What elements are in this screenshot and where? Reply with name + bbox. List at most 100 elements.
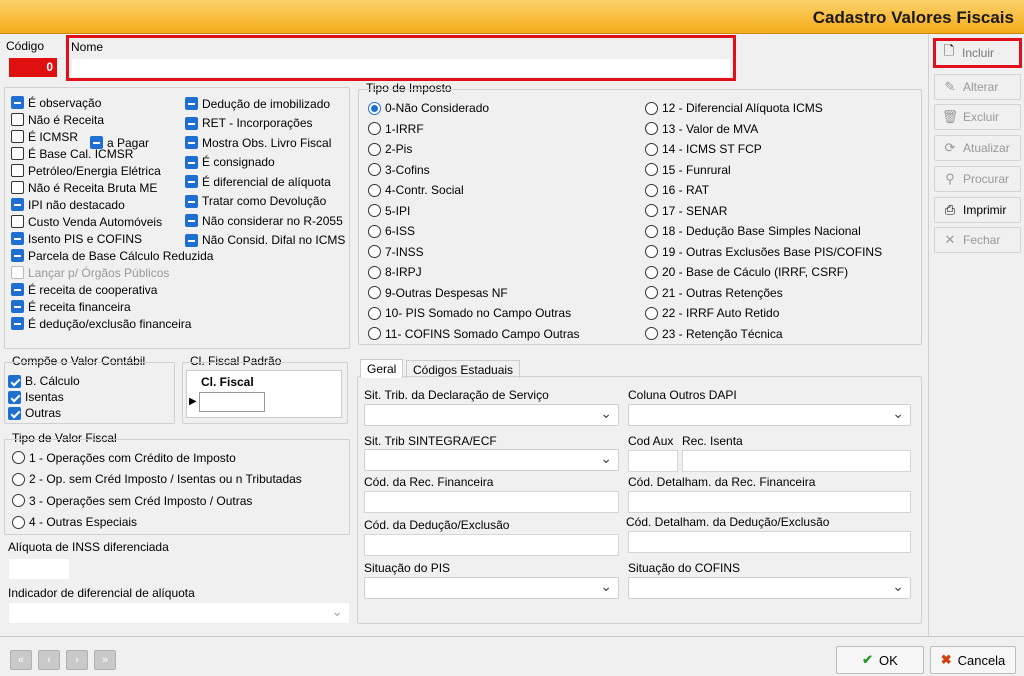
radio-circle[interactable] <box>368 101 381 115</box>
checkbox-item[interactable]: Tratar como Devolução <box>185 192 345 212</box>
radio-option[interactable]: 1-IRRF <box>368 119 580 140</box>
checkbox-box[interactable] <box>11 96 24 109</box>
radio-circle[interactable] <box>645 224 658 238</box>
radio-circle[interactable] <box>368 224 381 238</box>
checkbox-box[interactable] <box>11 113 24 126</box>
checkbox-item[interactable]: RET - Incorporações <box>185 114 345 134</box>
radio-circle[interactable] <box>368 265 381 279</box>
radio-option[interactable]: 2 - Op. sem Créd Imposto / Isentas ou n … <box>12 469 302 491</box>
checkbox-box[interactable] <box>185 175 198 189</box>
checkbox-box[interactable] <box>8 374 21 388</box>
radio-circle[interactable] <box>12 494 25 508</box>
cod-rec-fin-input[interactable] <box>364 491 619 513</box>
radio-circle[interactable] <box>368 163 381 177</box>
checkbox-box[interactable] <box>90 136 103 149</box>
radio-option[interactable]: 23 - Retenção Técnica <box>645 324 882 345</box>
radio-option[interactable]: 4 - Outras Especiais <box>12 512 302 534</box>
radio-option[interactable]: 11- COFINS Somado Campo Outras <box>368 324 580 345</box>
checkbox-item[interactable]: IPI não destacado <box>11 196 213 213</box>
checkbox-item[interactable]: Não é Receita Bruta ME <box>11 179 213 196</box>
checkbox-item[interactable]: B. Cálculo <box>8 373 80 389</box>
last-record-icon[interactable]: » <box>94 650 116 670</box>
previous-record-icon[interactable]: ‹ <box>38 650 60 670</box>
radio-circle[interactable] <box>645 122 658 136</box>
radio-circle[interactable] <box>368 122 381 136</box>
radio-circle[interactable] <box>645 327 658 341</box>
radio-circle[interactable] <box>12 451 25 465</box>
radio-option[interactable]: 14 - ICMS ST FCP <box>645 139 882 160</box>
radio-circle[interactable] <box>368 306 381 320</box>
radio-option[interactable]: 9-Outras Despesas NF <box>368 283 580 304</box>
sit-pis-select[interactable] <box>364 577 619 599</box>
checkbox-box[interactable] <box>11 317 24 330</box>
procurar-button[interactable]: ⚲ Procurar <box>934 166 1021 192</box>
checkbox-box[interactable] <box>185 233 198 247</box>
radio-circle[interactable] <box>645 306 658 320</box>
radio-circle[interactable] <box>368 183 381 197</box>
checkbox-item[interactable]: Não é Receita <box>11 111 213 128</box>
radio-circle[interactable] <box>645 204 658 218</box>
radio-circle[interactable] <box>645 101 658 115</box>
checkbox-box[interactable] <box>11 232 24 245</box>
radio-option[interactable]: 12 - Diferencial Alíquota ICMS <box>645 98 882 119</box>
rec-isenta-input[interactable] <box>682 450 911 472</box>
checkbox-box[interactable] <box>11 266 24 279</box>
radio-option[interactable]: 2-Pis <box>368 139 580 160</box>
sit-cofins-select[interactable] <box>628 577 911 599</box>
sit-trib-servico-select[interactable] <box>364 404 619 426</box>
checkbox-item[interactable]: É dedução/exclusão financeira <box>11 315 213 332</box>
next-record-icon[interactable]: › <box>66 650 88 670</box>
checkbox-box[interactable] <box>11 283 24 296</box>
checkbox-box[interactable] <box>11 181 24 194</box>
radio-option[interactable]: 17 - SENAR <box>645 201 882 222</box>
checkbox-item[interactable]: É receita financeira <box>11 298 213 315</box>
radio-circle[interactable] <box>12 515 25 529</box>
checkbox-box[interactable] <box>8 390 21 404</box>
checkbox-box[interactable] <box>185 136 198 150</box>
checkbox-a-pagar[interactable]: a Pagar <box>90 134 149 151</box>
radio-option[interactable]: 8-IRPJ <box>368 262 580 283</box>
tab-codigos-estaduais[interactable]: Códigos Estaduais <box>406 360 521 378</box>
checkbox-box[interactable] <box>11 130 24 143</box>
cod-aux-input[interactable] <box>628 450 678 472</box>
checkbox-item[interactable]: Dedução de imobilizado <box>185 94 345 114</box>
radio-circle[interactable] <box>368 142 381 156</box>
radio-option[interactable]: 6-ISS <box>368 221 580 242</box>
checkbox-item[interactable]: Mostra Obs. Livro Fiscal <box>185 133 345 153</box>
checkbox-item[interactable]: Não Consid. Difal no ICMS <box>185 231 345 251</box>
radio-circle[interactable] <box>645 183 658 197</box>
checkbox-item[interactable]: Petróleo/Energia Elétrica <box>11 162 213 179</box>
checkbox-box[interactable] <box>11 249 24 262</box>
checkbox-item[interactable]: É consignado <box>185 153 345 173</box>
radio-circle[interactable] <box>368 204 381 218</box>
checkbox-item[interactable]: Outras <box>8 405 80 421</box>
radio-option[interactable]: 21 - Outras Retenções <box>645 283 882 304</box>
clfiscal-cell[interactable] <box>199 392 265 412</box>
radio-circle[interactable] <box>645 265 658 279</box>
checkbox-box[interactable] <box>185 214 198 228</box>
checkbox-box[interactable] <box>185 116 198 130</box>
radio-option[interactable]: 3-Cofins <box>368 160 580 181</box>
sit-sintegra-select[interactable] <box>364 449 619 471</box>
radio-circle[interactable] <box>368 286 381 300</box>
checkbox-box[interactable] <box>8 406 21 420</box>
checkbox-item[interactable]: Isento PIS e COFINS <box>11 230 213 247</box>
radio-circle[interactable] <box>645 286 658 300</box>
checkbox-item[interactable]: Isentas <box>8 389 80 405</box>
cancela-button[interactable]: ✖ Cancela <box>930 646 1016 674</box>
checkbox-item[interactable]: É receita de cooperativa <box>11 281 213 298</box>
fechar-button[interactable]: ✕ Fechar <box>934 227 1021 253</box>
radio-option[interactable]: 20 - Base de Cáculo (IRRF, CSRF) <box>645 262 882 283</box>
cod-det-rec-fin-input[interactable] <box>628 491 911 513</box>
radio-circle[interactable] <box>645 142 658 156</box>
checkbox-box[interactable] <box>185 155 198 169</box>
indicador-select[interactable] <box>8 602 350 624</box>
inss-input[interactable] <box>8 558 70 580</box>
radio-circle[interactable] <box>368 327 381 341</box>
clfiscal-grid[interactable]: Cl. Fiscal ▶ <box>186 370 342 418</box>
cod-ded-exc-input[interactable] <box>364 534 619 556</box>
coluna-dapi-select[interactable] <box>628 404 911 426</box>
radio-option[interactable]: 16 - RAT <box>645 180 882 201</box>
radio-option[interactable]: 15 - Funrural <box>645 160 882 181</box>
checkbox-box[interactable] <box>185 194 198 208</box>
